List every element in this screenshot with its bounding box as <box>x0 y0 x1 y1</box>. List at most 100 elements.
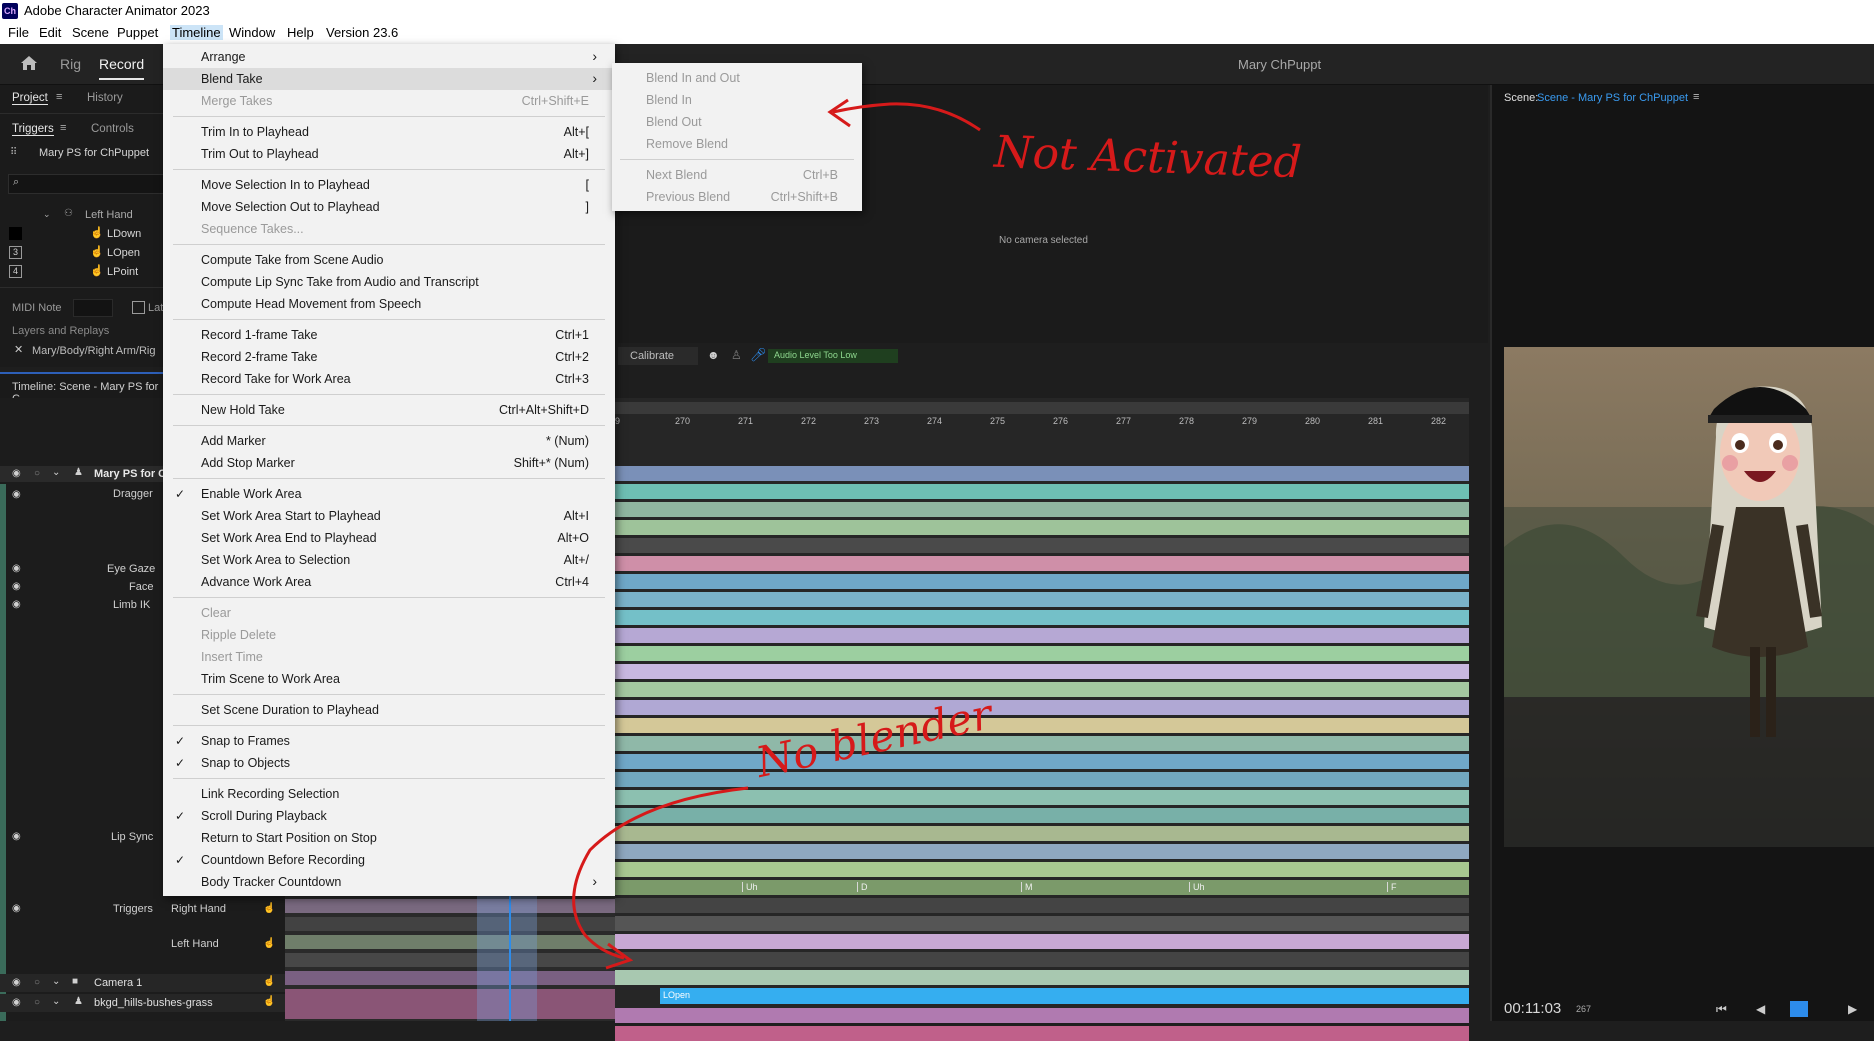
latch-checkbox[interactable] <box>132 301 145 314</box>
chevron-down-icon[interactable]: ⌄ <box>52 997 66 1007</box>
trigger-lopen[interactable]: LOpen <box>107 247 140 259</box>
track-bar[interactable] <box>615 754 1469 769</box>
go-to-start-icon[interactable]: ⏮︎ <box>1716 1002 1727 1017</box>
menu-item-return-to-start-position-on-stop[interactable]: Return to Start Position on Stop <box>163 827 615 849</box>
midi-note-field[interactable] <box>73 299 113 317</box>
solo-icon[interactable]: ○ <box>34 978 48 988</box>
menu-file[interactable]: File <box>8 25 29 40</box>
track-bar[interactable] <box>615 628 1469 643</box>
track-bar[interactable] <box>615 556 1469 571</box>
track-bar[interactable] <box>615 664 1469 679</box>
behavior-face[interactable]: Face <box>129 581 153 593</box>
viseme-label[interactable]: F <box>1387 882 1397 892</box>
track-bar[interactable] <box>615 916 1469 931</box>
trigger-row-left-hand[interactable]: Left Hand <box>171 938 219 950</box>
tab-rig[interactable]: Rig <box>60 56 81 72</box>
menu-item-link-recording-selection[interactable]: Link Recording Selection <box>163 783 615 805</box>
tab-record[interactable]: Record <box>99 56 145 80</box>
menu-help[interactable]: Help <box>287 25 314 40</box>
menu-item-add-stop-marker[interactable]: Add Stop Marker Shift+* (Num) <box>163 452 615 474</box>
triggers-menu-icon[interactable]: ≡ <box>60 122 66 134</box>
track-bar[interactable] <box>615 736 1469 751</box>
eye-icon[interactable]: ◉ <box>12 469 26 479</box>
track-bar[interactable] <box>615 484 1469 499</box>
trigger-lpoint[interactable]: LPoint <box>107 266 138 278</box>
chevron-down-icon[interactable]: ⌄ <box>52 977 66 987</box>
track-bar[interactable] <box>615 682 1469 697</box>
menu-item-trim-in-to-playhead[interactable]: Trim In to Playhead Alt+[ <box>163 121 615 143</box>
track-bar[interactable] <box>615 898 1469 913</box>
menu-item-record-2-frame-take[interactable]: Record 2-frame Take Ctrl+2 <box>163 346 615 368</box>
tab-triggers[interactable]: Triggers <box>12 123 54 136</box>
trigger-row-right-hand[interactable]: Right Hand <box>171 903 226 915</box>
menu-item-body-tracker-countdown[interactable]: Body Tracker Countdown › <box>163 871 615 893</box>
solo-icon[interactable]: ○ <box>34 469 48 479</box>
menu-item-new-hold-take[interactable]: New Hold Take Ctrl+Alt+Shift+D <box>163 399 615 421</box>
menu-item-compute-lip-sync-take-from-audio-and-transcript[interactable]: Compute Lip Sync Take from Audio and Tra… <box>163 271 615 293</box>
microphone-icon[interactable]: 🎤︎ <box>750 347 767 363</box>
chevron-down-icon[interactable]: ⌄ <box>43 209 51 220</box>
eye-icon[interactable]: ◉ <box>12 978 26 988</box>
menu-item-move-selection-out-to-playhead[interactable]: Move Selection Out to Playhead] <box>163 196 615 218</box>
eye-icon[interactable]: ◉ <box>12 904 26 914</box>
project-menu-icon[interactable]: ≡ <box>56 91 62 103</box>
behavior-lip-sync[interactable]: Lip Sync <box>111 831 153 843</box>
track-bar[interactable] <box>615 718 1469 733</box>
scene-menu-icon[interactable]: ≡ <box>1693 91 1699 103</box>
trigger-search-input[interactable]: ⌕ <box>8 174 165 194</box>
eye-icon[interactable]: ◉ <box>12 490 26 500</box>
eye-icon[interactable]: ◉ <box>12 998 26 1008</box>
track-header-bkgd[interactable]: ◉ ○ ⌄ ♟ bkgd_hills-bushes-grass ☝ <box>0 994 285 1012</box>
step-back-icon[interactable]: ◀ <box>1756 1002 1765 1016</box>
track-bar[interactable] <box>615 862 1469 877</box>
scene-name[interactable]: Scene - Mary PS for ChPuppet <box>1537 92 1688 104</box>
face-icon[interactable]: ☻ <box>707 348 720 362</box>
behavior-eye-gaze[interactable]: Eye Gaze <box>107 563 155 575</box>
viseme-label[interactable]: Uh <box>1189 882 1205 892</box>
eye-icon[interactable]: ◉ <box>12 600 26 610</box>
eye-icon[interactable]: ◉ <box>12 832 26 842</box>
tab-project[interactable]: Project <box>12 92 48 105</box>
menu-item-add-marker[interactable]: Add Marker * (Num) <box>163 430 615 452</box>
solo-icon[interactable]: ○ <box>34 998 48 1008</box>
menu-item-arrange[interactable]: Arrange › <box>163 46 615 68</box>
behavior-limb-ik[interactable]: Limb IK <box>113 599 150 611</box>
viseme-label[interactable]: M <box>1021 882 1033 892</box>
trigger-ldown[interactable]: LDown <box>107 228 141 240</box>
close-icon[interactable]: ✕ <box>14 343 23 356</box>
chevron-down-icon[interactable]: ⌄ <box>52 468 66 478</box>
menu-item-blend-take[interactable]: Blend Take › <box>163 68 615 90</box>
trigger-key[interactable]: 4 <box>9 265 22 278</box>
menu-item-snap-to-objects[interactable]: ✓ Snap to Objects <box>163 752 615 774</box>
menu-item-advance-work-area[interactable]: Advance Work Area Ctrl+4 <box>163 571 615 593</box>
home-icon[interactable] <box>19 53 39 73</box>
track-bar[interactable] <box>615 934 1469 949</box>
track-bar[interactable] <box>615 808 1469 823</box>
track-bar[interactable] <box>615 646 1469 661</box>
behavior-triggers[interactable]: Triggers <box>113 903 153 915</box>
menu-timeline[interactable]: Timeline <box>170 25 223 40</box>
track-bar[interactable] <box>615 826 1469 841</box>
menu-version[interactable]: Version 23.6 <box>326 25 398 40</box>
track-bar[interactable] <box>615 610 1469 625</box>
track-bar[interactable] <box>615 592 1469 607</box>
viseme-label[interactable]: Uh <box>742 882 758 892</box>
menu-item-record-take-for-work-area[interactable]: Record Take for Work Area Ctrl+3 <box>163 368 615 390</box>
eye-icon[interactable]: ◉ <box>12 564 26 574</box>
tab-controls[interactable]: Controls <box>91 123 134 135</box>
track-header-camera[interactable]: ◉ ○ ⌄ ■ Camera 1 ☝ <box>0 974 285 992</box>
menu-item-compute-take-from-scene-audio[interactable]: Compute Take from Scene Audio <box>163 249 615 271</box>
menu-item-trim-out-to-playhead[interactable]: Trim Out to Playhead Alt+] <box>163 143 615 165</box>
track-bar[interactable] <box>615 970 1469 985</box>
track-bar[interactable] <box>615 502 1469 517</box>
scene-preview[interactable] <box>1504 347 1874 847</box>
play-icon[interactable]: ▶ <box>1848 1002 1857 1016</box>
menu-item-compute-head-movement-from-speech[interactable]: Compute Head Movement from Speech <box>163 293 615 315</box>
menu-edit[interactable]: Edit <box>39 25 61 40</box>
track-bar[interactable] <box>615 952 1469 967</box>
trigger-key[interactable] <box>9 227 22 240</box>
track-bar[interactable] <box>615 520 1469 535</box>
track-bar[interactable] <box>615 574 1469 589</box>
track-bar[interactable] <box>615 772 1469 787</box>
calibrate-button[interactable]: Calibrate <box>618 347 698 365</box>
